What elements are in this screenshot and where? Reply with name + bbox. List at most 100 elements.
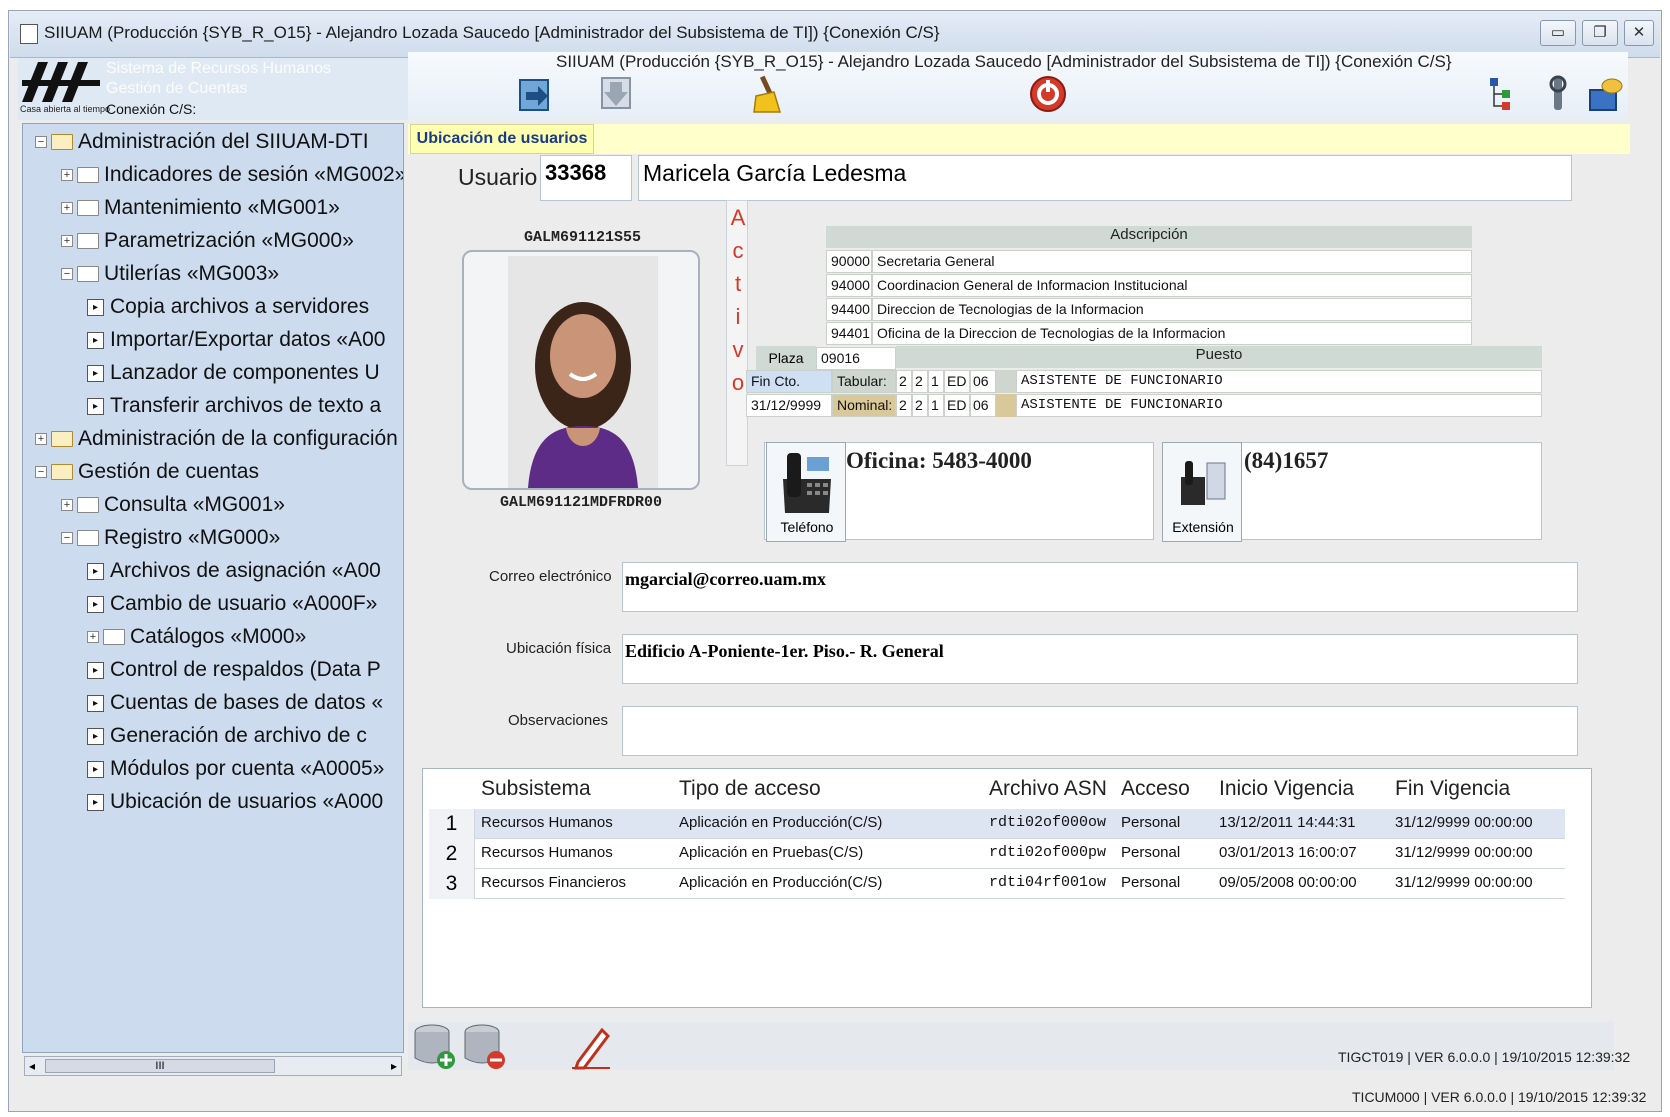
observaciones-field[interactable] bbox=[622, 706, 1578, 756]
column-header[interactable]: Acceso bbox=[1121, 777, 1190, 801]
expand-icon[interactable]: + bbox=[61, 169, 73, 182]
expand-icon[interactable]: + bbox=[61, 202, 73, 215]
main-toolbar: SIIUAM (Producción {SYB_R_O15} - Alejand… bbox=[408, 52, 1628, 120]
folder-icon bbox=[51, 464, 73, 481]
tree-node[interactable]: ▸ Ubicación de usuarios «A000 bbox=[87, 788, 383, 816]
column-header[interactable]: Inicio Vigencia bbox=[1219, 777, 1354, 801]
folder-icon bbox=[77, 200, 99, 217]
expand-icon[interactable]: + bbox=[35, 433, 47, 446]
collapse-icon[interactable]: − bbox=[61, 268, 73, 281]
scroll-thumb[interactable]: III bbox=[45, 1059, 275, 1073]
tree-node[interactable]: ▸ Copia archivos a servidores bbox=[87, 293, 369, 321]
scroll-left-icon[interactable]: ◂ bbox=[29, 1059, 35, 1073]
code-spacer bbox=[996, 370, 1016, 393]
status-letter: c bbox=[732, 238, 744, 263]
network-icon[interactable] bbox=[1586, 74, 1626, 114]
column-header[interactable]: Subsistema bbox=[481, 777, 591, 801]
tree-node-label: Administración de la configuración bbox=[78, 427, 398, 450]
tree-node[interactable]: − Utilerías «MG003» bbox=[61, 260, 279, 288]
tree-node[interactable]: + Parametrización «MG000» bbox=[61, 227, 354, 255]
tools-icon[interactable] bbox=[1538, 74, 1578, 114]
stop-icon[interactable] bbox=[1028, 74, 1068, 114]
usuario-name-field[interactable]: Maricela García Ledesma bbox=[638, 155, 1572, 201]
puesto-code: 2 bbox=[896, 370, 912, 393]
tree-node[interactable]: + Catálogos «M000» bbox=[87, 623, 306, 651]
tree-node-label: Consulta «MG001» bbox=[104, 493, 285, 516]
expand-icon[interactable]: + bbox=[61, 235, 73, 248]
row-number: 2 bbox=[429, 839, 475, 869]
tree-node[interactable]: + Indicadores de sesión «MG002» bbox=[61, 161, 403, 189]
usuario-number: 33368 bbox=[545, 160, 607, 185]
expand-icon[interactable]: + bbox=[87, 631, 99, 644]
correo-value: mgarcial@correo.uam.mx bbox=[625, 569, 827, 589]
tree-node[interactable]: ▸ Generación de archivo de c bbox=[87, 722, 367, 750]
minimize-icon[interactable]: ▭ bbox=[1540, 20, 1576, 46]
tree-node-label: Transferir archivos de texto a bbox=[110, 394, 382, 417]
restore-icon[interactable]: ❐ bbox=[1582, 20, 1618, 46]
folder-icon bbox=[77, 497, 99, 514]
module-icon: ▸ bbox=[87, 760, 104, 778]
tree-node[interactable]: ▸ Control de respaldos (Data P bbox=[87, 656, 381, 684]
scroll-right-icon[interactable]: ▸ bbox=[391, 1059, 397, 1073]
tree-node[interactable]: ▸ Lanzador de componentes U bbox=[87, 359, 380, 387]
collapse-icon[interactable]: − bbox=[61, 532, 73, 545]
plaza-value[interactable]: 09016 bbox=[816, 347, 896, 370]
tree-node[interactable]: ▸ Archivos de asignación «A00 bbox=[87, 557, 381, 585]
column-header[interactable]: Fin Vigencia bbox=[1395, 777, 1510, 801]
tree-node-label: Copia archivos a servidores bbox=[110, 295, 370, 318]
db-remove-icon[interactable] bbox=[462, 1022, 506, 1070]
tree-node[interactable]: ▸ Importar/Exportar datos «A00 bbox=[87, 326, 385, 354]
table-cell: 09/05/2008 00:00:00 bbox=[1219, 874, 1357, 891]
telefono-button[interactable]: Teléfono bbox=[766, 442, 846, 542]
tree-node-label: Control de respaldos (Data P bbox=[110, 658, 381, 681]
db-add-icon[interactable] bbox=[412, 1022, 456, 1070]
tree-node[interactable]: ▸ Módulos por cuenta «A0005» bbox=[87, 755, 384, 783]
telefono-caption: Teléfono bbox=[780, 519, 834, 535]
table-row[interactable]: 3 Recursos Financieros Aplicación en Produ… bbox=[429, 869, 1565, 899]
folder-icon bbox=[51, 134, 73, 151]
tree-node[interactable]: + Mantenimiento «MG001» bbox=[61, 194, 340, 222]
table-cell: Personal bbox=[1121, 874, 1181, 891]
edit-icon[interactable] bbox=[568, 1022, 614, 1070]
rfc-value: GALM691121S55 bbox=[524, 229, 642, 246]
tree-node[interactable]: − Administración del SIIUAM-DTI bbox=[35, 128, 369, 156]
tree-node[interactable]: ▸ Transferir archivos de texto a bbox=[87, 392, 381, 420]
import-icon[interactable] bbox=[516, 74, 556, 114]
adscripcion-code: 94401 bbox=[826, 322, 872, 345]
table-cell: 31/12/9999 00:00:00 bbox=[1395, 874, 1533, 891]
adscripcion-name: Oficina de la Direccion de Tecnologias d… bbox=[872, 322, 1472, 345]
expand-icon[interactable]: + bbox=[61, 499, 73, 512]
tree-node[interactable]: + Consulta «MG001» bbox=[61, 491, 285, 519]
module-icon: ▸ bbox=[87, 331, 104, 349]
column-header[interactable]: Archivo ASN bbox=[989, 777, 1107, 801]
tree-icon[interactable] bbox=[1484, 74, 1524, 114]
puesto-code: 06 bbox=[970, 394, 996, 417]
extension-button[interactable]: Extensión bbox=[1162, 442, 1242, 542]
tree-node-label: Archivos de asignación «A00 bbox=[110, 559, 381, 582]
tree-horizontal-scrollbar[interactable]: ◂ III ▸ bbox=[24, 1056, 402, 1076]
puesto-code: 2 bbox=[912, 394, 928, 417]
table-row[interactable]: 2 Recursos Humanos Aplicación en Pruebas(C… bbox=[429, 839, 1565, 869]
collapse-icon[interactable]: − bbox=[35, 466, 47, 479]
table-row[interactable]: 1 Recursos Humanos Aplicación en Producció… bbox=[429, 809, 1565, 839]
tree-node[interactable]: + Administración de la configuración bbox=[35, 425, 398, 453]
tree-node[interactable]: ▸ Cuentas de bases de datos « bbox=[87, 689, 383, 717]
code-spacer bbox=[996, 394, 1016, 417]
column-header[interactable]: Tipo de acceso bbox=[679, 777, 821, 801]
close-icon[interactable]: ✕ bbox=[1624, 20, 1654, 46]
telefono-value: Oficina: 5483-4000 bbox=[846, 448, 1032, 473]
adscripcion-name: Direccion de Tecnologias de la Informaci… bbox=[872, 298, 1472, 321]
folder-icon bbox=[77, 233, 99, 250]
toolbar-subtitle: SIIUAM (Producción {SYB_R_O15} - Alejand… bbox=[556, 52, 1452, 71]
ubicacion-field[interactable]: Edificio A-Poniente-1er. Piso.- R. Gener… bbox=[622, 634, 1578, 684]
collapse-icon[interactable]: − bbox=[35, 136, 47, 149]
correo-field[interactable]: mgarcial@correo.uam.mx bbox=[622, 562, 1578, 612]
adscripcion-name: Secretaria General bbox=[872, 250, 1472, 273]
tree-node[interactable]: − Gestión de cuentas bbox=[35, 458, 259, 486]
usuario-number-field[interactable]: 33368 bbox=[540, 155, 632, 201]
tab-ubicacion-usuarios[interactable]: Ubicación de usuarios bbox=[410, 124, 594, 154]
export-icon[interactable] bbox=[596, 74, 636, 114]
tree-node[interactable]: ▸ Cambio de usuario «A000F» bbox=[87, 590, 377, 618]
broom-icon[interactable] bbox=[746, 74, 786, 114]
tree-node[interactable]: − Registro «MG000» bbox=[61, 524, 280, 552]
